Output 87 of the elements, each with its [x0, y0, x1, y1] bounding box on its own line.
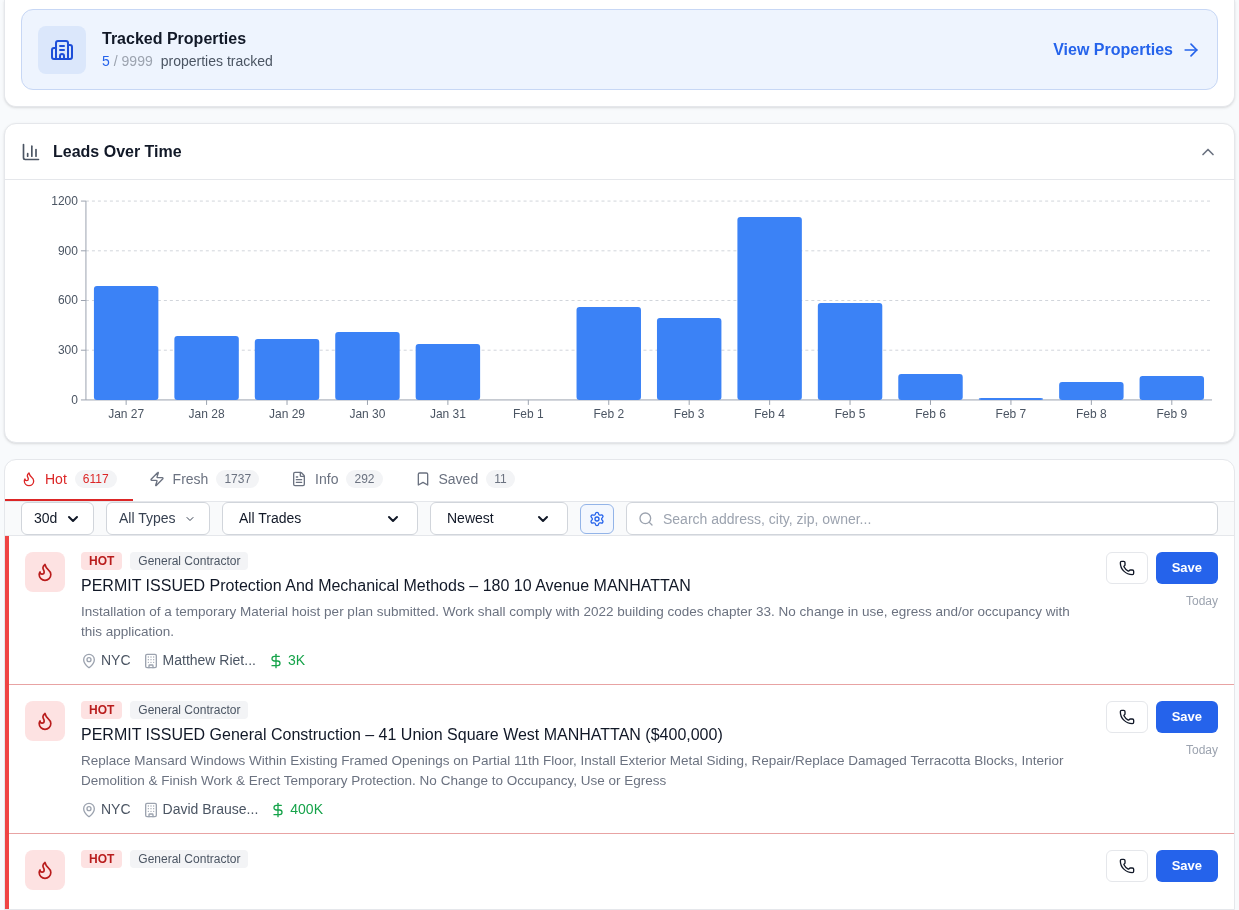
axis-label: Feb 4 [754, 406, 785, 421]
axis-label: Feb 2 [593, 406, 625, 421]
lead-description: Replace Mansard Windows Within Existing Framed Openings on Partial 11th Floor, Install Exterior Metal Siding, Repair/Replace Damaged Terracotta Blocks, Interior Demolition & Finish Work & Erect Temporary Protection. No Change to Occupancy, Use or Egress [81, 752, 1065, 790]
bar-chart-icon [21, 141, 41, 162]
tracked-count: 5 [102, 52, 110, 71]
bar [254, 338, 320, 400]
lead-description: Installation of a temporary Material hoist per plan submitted. Work shall comply with 2022 building codes chapter 33. No change in use, egress and/or occupancy with this application. [81, 603, 1071, 641]
lead-title[interactable]: PERMIT ISSUED General Construction – 41 Union Square West MANHATTAN ($400,000) [81, 723, 1090, 747]
type-select[interactable]: All Types [106, 502, 210, 535]
location: NYC [101, 800, 131, 819]
axis-label: Feb 8 [1076, 406, 1107, 421]
save-button[interactable]: Save [1155, 552, 1218, 584]
call-button[interactable] [1105, 701, 1148, 733]
save-button[interactable]: Save [1155, 850, 1218, 882]
bar [415, 343, 481, 400]
axis-label: 0 [71, 392, 78, 407]
count-badge: 1737 [216, 470, 260, 488]
axis-label: Feb 9 [1156, 406, 1188, 421]
axis-label: 300 [57, 343, 78, 358]
search-field[interactable]: Search address, city, zip, owner... [626, 502, 1218, 535]
banner-title: Tracked Properties [102, 29, 248, 49]
map-pin-icon [81, 801, 97, 818]
axis-label: 1200 [51, 194, 78, 209]
axis-label: Jan 31 [429, 406, 466, 421]
bar [1139, 375, 1204, 400]
axis-label: Jan 29 [269, 406, 305, 421]
owner: Matthew Riet... [162, 651, 256, 670]
tab[interactable]: Fresh 1737 [132, 460, 276, 501]
axis-label: Feb 1 [513, 406, 544, 421]
flame-icon [21, 471, 37, 487]
axis-label: Feb 3 [673, 406, 705, 421]
trade-tag: General Contractor [130, 850, 249, 868]
bar [978, 397, 1044, 400]
lightning-icon [148, 471, 165, 487]
tab[interactable]: Info 292 [275, 460, 399, 501]
axis-label: Feb 7 [995, 406, 1027, 421]
phone-icon [1118, 709, 1135, 725]
time-label: Today [1185, 742, 1218, 759]
time-label: Today [1185, 593, 1218, 610]
bar [174, 335, 239, 400]
value: 3K [287, 651, 306, 670]
bar [335, 332, 400, 400]
flame-icon [25, 701, 65, 741]
axis-label: Jan 30 [349, 406, 386, 421]
lead-title[interactable]: PERMIT ISSUED Protection And Mechanical Methods – 180 10 Avenue MANHATTAN [81, 574, 1090, 598]
building-icon [38, 25, 86, 74]
bar [898, 373, 963, 400]
trade-tag: General Contractor [130, 552, 249, 570]
count-badge: 11 [486, 470, 515, 488]
axis-label: 600 [57, 293, 78, 308]
search-icon [638, 511, 654, 527]
document-icon [291, 471, 308, 487]
value: 400K [290, 800, 323, 819]
settings-button[interactable] [580, 503, 614, 534]
hot-badge: HOT [81, 701, 123, 719]
sort-select[interactable]: Newest [430, 502, 568, 535]
hot-badge: HOT [81, 552, 123, 570]
axis-label: Feb 6 [915, 406, 946, 421]
owner: David Brause... [162, 800, 259, 819]
period-select[interactable]: 30d [21, 502, 94, 535]
map-pin-icon [81, 652, 97, 669]
tab[interactable]: Saved 11 [398, 460, 531, 501]
count-badge: 292 [346, 470, 383, 488]
settings-icon [589, 510, 605, 527]
view-properties-link[interactable]: View Properties [1053, 37, 1201, 62]
location: NYC [101, 651, 131, 670]
count-badge: 6117 [74, 470, 117, 488]
panel-title: Leads Over Time [53, 141, 183, 162]
phone-icon [1118, 858, 1135, 874]
axis-label: 900 [57, 243, 78, 258]
building-icon [142, 801, 159, 818]
axis-label: Feb 5 [834, 406, 866, 421]
call-button[interactable] [1105, 850, 1148, 882]
flame-icon [25, 850, 65, 890]
call-button[interactable] [1105, 552, 1148, 584]
bar [1059, 382, 1124, 400]
axis-label: Jan 28 [188, 406, 225, 421]
hot-badge: HOT [81, 850, 123, 868]
trades-select[interactable]: All Trades [222, 502, 418, 535]
building-icon [142, 652, 159, 669]
tracked-limit: / 9999 [113, 52, 153, 71]
flame-icon [25, 552, 65, 592]
phone-icon [1118, 560, 1135, 576]
axis-label: Jan 27 [108, 406, 145, 421]
trade-tag: General Contractor [130, 701, 249, 719]
save-button[interactable]: Save [1155, 701, 1218, 733]
tracked-label: properties tracked [160, 52, 273, 71]
